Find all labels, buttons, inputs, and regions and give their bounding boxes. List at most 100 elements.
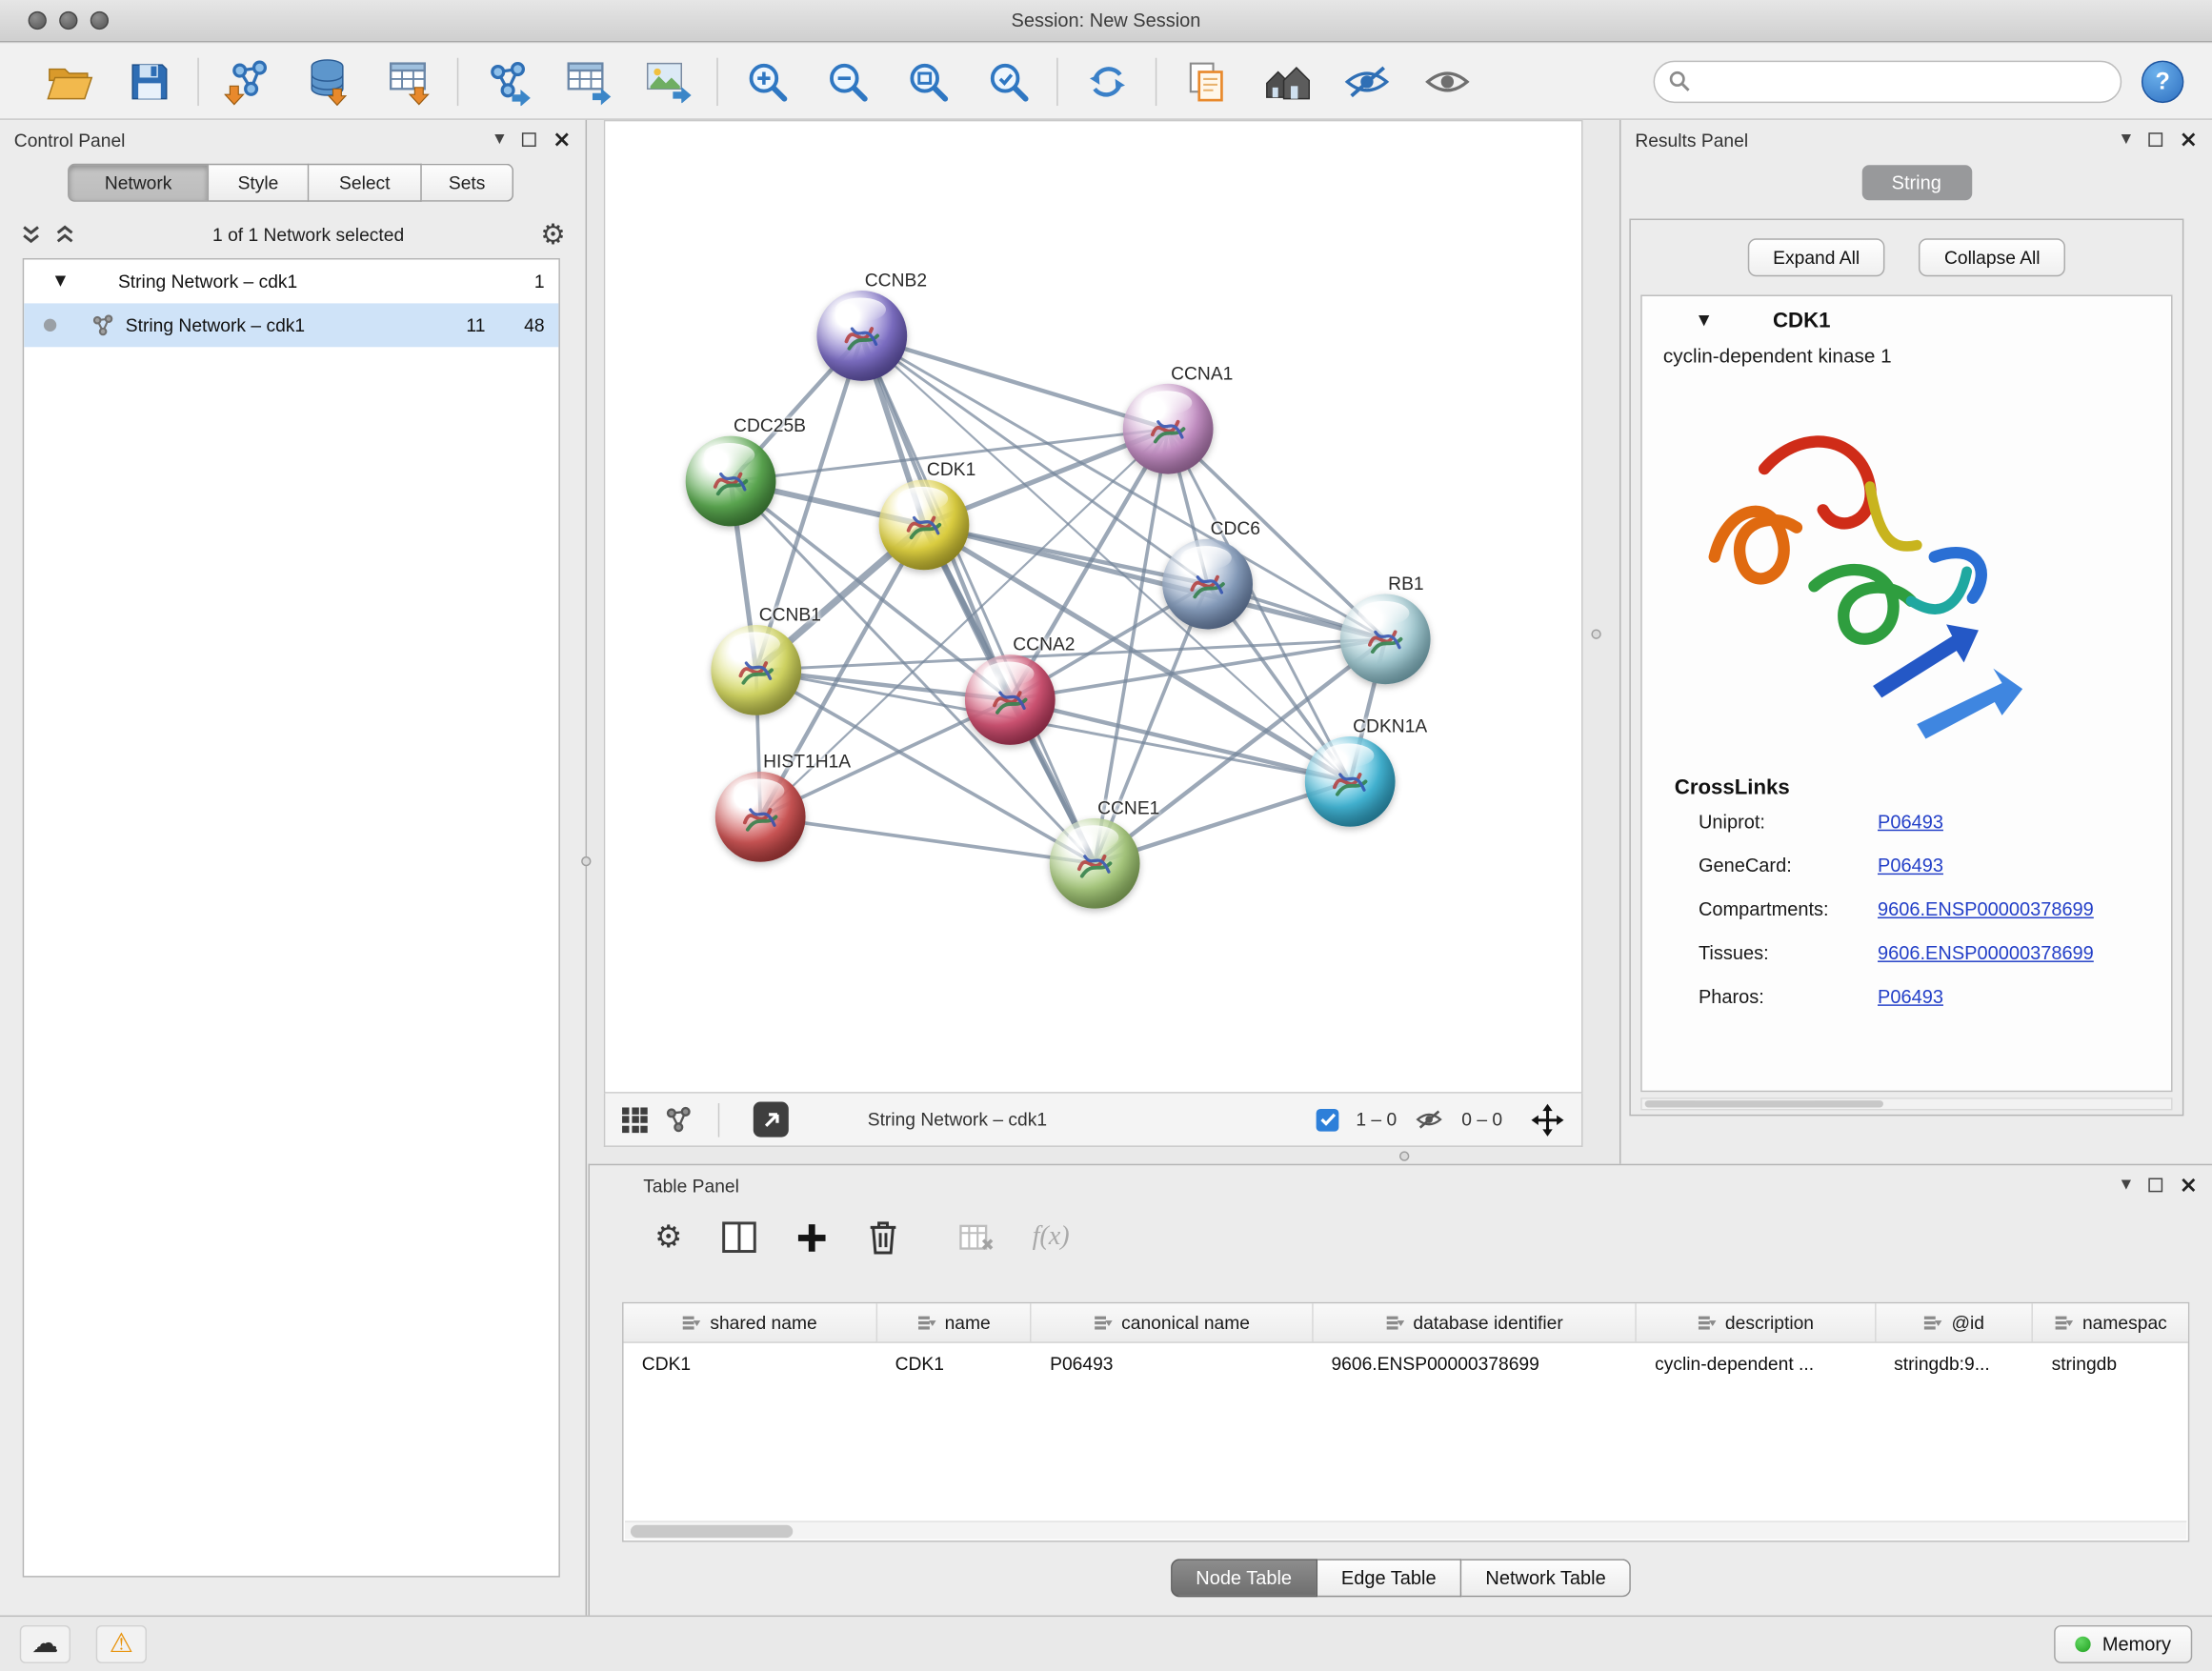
window-minimize-button[interactable]	[59, 11, 77, 30]
glass-ball-effect-button[interactable]	[1326, 51, 1406, 111]
table-cell[interactable]: stringdb:9...	[1876, 1343, 2033, 1382]
tab-style[interactable]: Style	[209, 164, 309, 202]
import-network-file-button[interactable]	[208, 51, 288, 111]
network-collection-row[interactable]: ▼ String Network – cdk1 1	[24, 259, 558, 303]
expand-all-tree-icon[interactable]	[53, 224, 76, 244]
memory-button[interactable]: Memory	[2054, 1625, 2192, 1663]
column-header-@id[interactable]: @id	[1876, 1303, 2033, 1341]
disclosure-triangle-icon[interactable]: ▼	[1699, 312, 1709, 328]
gear-icon[interactable]: ⚙	[540, 220, 566, 249]
zoom-out-button[interactable]	[807, 51, 887, 111]
hidden-eye-slash-icon[interactable]	[1414, 1109, 1445, 1130]
network-node-CCNB1[interactable]	[711, 625, 801, 715]
table-cell[interactable]: CDK1	[624, 1343, 877, 1382]
tab-select[interactable]: Select	[309, 164, 421, 202]
export-image-button[interactable]	[628, 51, 708, 111]
save-session-button[interactable]	[109, 51, 189, 111]
vertical-splitter-handle-right[interactable]	[1591, 629, 1600, 638]
panel-collapse-icon[interactable]: ▼	[2122, 1178, 2131, 1191]
column-header-description[interactable]: description	[1637, 1303, 1876, 1341]
table-cell[interactable]: cyclin-dependent ...	[1637, 1343, 1876, 1382]
node-details-header[interactable]: ▼ CDK1	[1642, 296, 2171, 344]
table-cell[interactable]: CDK1	[876, 1343, 1031, 1382]
window-close-button[interactable]	[29, 11, 47, 30]
table-cell[interactable]: stringdb	[2033, 1343, 2187, 1382]
results-scrollbar-thumb[interactable]	[1645, 1100, 1883, 1107]
tab-node-table[interactable]: Node Table	[1171, 1559, 1317, 1597]
crosslink-value-link[interactable]: 9606.ENSP00000378699	[1878, 898, 2094, 919]
import-network-database-button[interactable]	[288, 51, 368, 111]
open-session-button[interactable]	[29, 51, 109, 111]
show-columns-icon[interactable]	[720, 1220, 757, 1255]
network-view-share-icon[interactable]	[664, 1105, 693, 1134]
show-structures-button[interactable]	[1406, 51, 1486, 111]
network-node-CDKN1A[interactable]	[1305, 736, 1396, 827]
panel-close-icon[interactable]: ×	[2179, 1174, 2198, 1197]
network-row-selected[interactable]: String Network – cdk1 11 48	[24, 303, 558, 347]
crosslink-row: Tissues:9606.ENSP00000378699	[1642, 931, 2171, 975]
help-button[interactable]: ?	[2142, 60, 2183, 102]
vertical-splitter-handle-left[interactable]	[581, 856, 591, 866]
crosslink-value-link[interactable]: P06493	[1878, 811, 1943, 832]
tab-network-table[interactable]: Network Table	[1461, 1559, 1631, 1597]
refresh-view-button[interactable]	[1067, 51, 1147, 111]
birds-eye-view-icon[interactable]	[754, 1102, 789, 1137]
cloud-status-button[interactable]: ☁	[20, 1625, 70, 1663]
column-header-database-identifier[interactable]: database identifier	[1313, 1303, 1637, 1341]
pan-move-icon[interactable]	[1531, 1102, 1565, 1137]
zoom-in-button[interactable]	[727, 51, 807, 111]
network-node-HIST1H1A[interactable]	[715, 772, 806, 862]
export-table-button[interactable]	[548, 51, 628, 111]
zoom-fit-button[interactable]	[887, 51, 967, 111]
column-header-name[interactable]: name	[876, 1303, 1031, 1341]
column-header-shared-name[interactable]: shared name	[624, 1303, 877, 1341]
table-cell[interactable]: 9606.ENSP00000378699	[1313, 1343, 1637, 1382]
export-network-button[interactable]	[467, 51, 547, 111]
table-row[interactable]: CDK1CDK1P064939606.ENSP00000378699cyclin…	[624, 1343, 2188, 1382]
panel-collapse-icon[interactable]: ▼	[2122, 133, 2131, 146]
delete-column-trash-icon[interactable]	[866, 1218, 900, 1256]
tab-sets[interactable]: Sets	[422, 164, 513, 202]
panel-close-icon[interactable]: ×	[2179, 129, 2198, 151]
network-node-RB1[interactable]	[1340, 594, 1431, 684]
network-node-CDK1[interactable]	[879, 479, 970, 570]
network-node-CCNB2[interactable]	[816, 291, 907, 381]
table-cell[interactable]: P06493	[1032, 1343, 1313, 1382]
expand-all-button[interactable]: Expand All	[1748, 238, 1885, 276]
panel-float-icon[interactable]	[2148, 1178, 2162, 1193]
panel-close-icon[interactable]: ×	[553, 129, 572, 151]
window-zoom-button[interactable]	[90, 11, 109, 30]
crosslink-value-link[interactable]: P06493	[1878, 986, 1943, 1007]
search-input[interactable]	[1699, 70, 2105, 91]
selected-checkbox-icon[interactable]	[1317, 1108, 1339, 1131]
network-canvas[interactable]: CCNB2 CCNA1 CDC25B CDK1 CDC6 RB1 CCNB1 C…	[604, 120, 1583, 1094]
panel-collapse-icon[interactable]: ▼	[494, 133, 504, 146]
column-header-canonical-name[interactable]: canonical name	[1032, 1303, 1313, 1341]
network-node-CCNA2[interactable]	[965, 654, 1056, 745]
import-table-button[interactable]	[369, 51, 449, 111]
collapse-all-button[interactable]: Collapse All	[1919, 238, 2065, 276]
table-settings-gear-icon[interactable]: ⚙	[654, 1219, 682, 1255]
results-tab-string[interactable]: String	[1861, 165, 1972, 200]
tab-network[interactable]: Network	[68, 164, 209, 202]
zoom-selected-button[interactable]	[968, 51, 1048, 111]
tab-edge-table[interactable]: Edge Table	[1317, 1559, 1462, 1597]
panel-float-icon[interactable]	[521, 132, 535, 147]
crosslink-value-link[interactable]: P06493	[1878, 855, 1943, 876]
column-header-namespac[interactable]: namespac	[2033, 1303, 2187, 1341]
string-documents-button[interactable]	[1165, 51, 1245, 111]
string-homes-button[interactable]	[1246, 51, 1326, 111]
collapse-all-tree-icon[interactable]	[20, 224, 43, 244]
panel-float-icon[interactable]	[2148, 132, 2162, 147]
network-node-CCNA1[interactable]	[1123, 384, 1214, 474]
horizontal-splitter-handle[interactable]	[1399, 1151, 1409, 1160]
warnings-button[interactable]: ⚠	[96, 1625, 147, 1663]
crosslink-value-link[interactable]: 9606.ENSP00000378699	[1878, 942, 2094, 963]
network-node-CCNE1[interactable]	[1050, 818, 1140, 909]
network-node-CDC25B[interactable]	[686, 436, 776, 527]
grid-view-icon[interactable]	[622, 1107, 648, 1133]
add-column-plus-icon[interactable]	[795, 1221, 828, 1254]
network-node-CDC6[interactable]	[1162, 539, 1253, 630]
disclosure-triangle-icon[interactable]: ▼	[55, 273, 66, 289]
table-scrollbar-thumb[interactable]	[631, 1525, 793, 1538]
